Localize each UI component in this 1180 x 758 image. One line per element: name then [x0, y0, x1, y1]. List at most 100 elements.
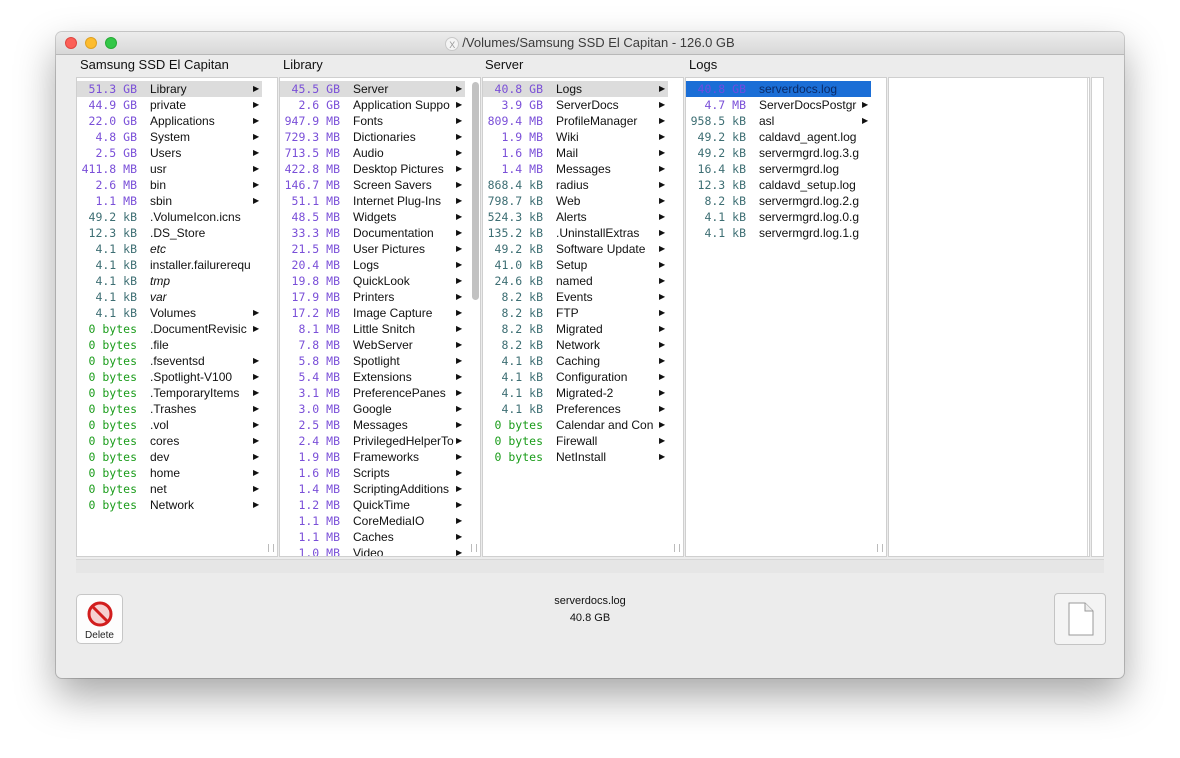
- list-item[interactable]: 12.3 kB caldavd_setup.log: [686, 177, 871, 193]
- list-item[interactable]: 51.1 MB Internet Plug-Ins ▶: [280, 193, 465, 209]
- browser-column-server[interactable]: 40.8 GB Logs ▶ 3.9 GB ServerDocs ▶ 809.4 MB Pro…: [482, 77, 684, 557]
- list-item[interactable]: 3.0 MB Google ▶: [280, 401, 465, 417]
- list-item[interactable]: 40.8 GB Logs ▶: [483, 81, 668, 97]
- list-item[interactable]: 1.4 MB Messages ▶: [483, 161, 668, 177]
- list-item[interactable]: 49.2 kB .VolumeIcon.icns: [77, 209, 262, 225]
- list-item[interactable]: 0 bytes net ▶: [77, 481, 262, 497]
- list-item[interactable]: 12.3 kB .DS_Store: [77, 225, 262, 241]
- column-resize-handle[interactable]: [674, 544, 680, 552]
- list-item[interactable]: 49.2 kB caldavd_agent.log: [686, 129, 871, 145]
- list-item[interactable]: 2.4 MB PrivilegedHelperTo ▶: [280, 433, 465, 449]
- list-item[interactable]: 2.5 MB Messages ▶: [280, 417, 465, 433]
- list-item[interactable]: 1.4 MB ScriptingAdditions ▶: [280, 481, 465, 497]
- list-item[interactable]: 1.1 MB sbin ▶: [77, 193, 262, 209]
- list-item[interactable]: 868.4 kB radius ▶: [483, 177, 668, 193]
- vertical-scrollbar[interactable]: [472, 82, 479, 300]
- file-preview[interactable]: [1054, 593, 1106, 645]
- list-item[interactable]: 8.2 kB Events ▶: [483, 289, 668, 305]
- list-item[interactable]: 1.2 MB QuickTime ▶: [280, 497, 465, 513]
- list-item[interactable]: 0 bytes .TemporaryItems ▶: [77, 385, 262, 401]
- list-item[interactable]: 4.1 kB Configuration ▶: [483, 369, 668, 385]
- list-item[interactable]: 22.0 GB Applications ▶: [77, 113, 262, 129]
- list-item[interactable]: 0 bytes Network ▶: [77, 497, 262, 513]
- list-item[interactable]: 1.1 MB CoreMediaIO ▶: [280, 513, 465, 529]
- list-item[interactable]: 24.6 kB named ▶: [483, 273, 668, 289]
- browser-column-library[interactable]: 45.5 GB Server ▶ 2.6 GB Application Suppo ▶ 94…: [279, 77, 481, 557]
- list-item[interactable]: 0 bytes .DocumentRevisic ▶: [77, 321, 262, 337]
- list-item[interactable]: 5.4 MB Extensions ▶: [280, 369, 465, 385]
- list-item[interactable]: 48.5 MB Widgets ▶: [280, 209, 465, 225]
- list-item[interactable]: 4.1 kB servermgrd.log.1.g: [686, 225, 871, 241]
- column-resize-handle[interactable]: [268, 544, 274, 552]
- list-item[interactable]: 4.1 kB installer.failurerequ: [77, 257, 262, 273]
- list-item[interactable]: 49.2 kB Software Update ▶: [483, 241, 668, 257]
- list-item[interactable]: 7.8 MB WebServer ▶: [280, 337, 465, 353]
- list-item[interactable]: 4.1 kB Caching ▶: [483, 353, 668, 369]
- list-item[interactable]: 17.2 MB Image Capture ▶: [280, 305, 465, 321]
- list-item[interactable]: 0 bytes dev ▶: [77, 449, 262, 465]
- list-item[interactable]: 2.6 GB Application Suppo ▶: [280, 97, 465, 113]
- list-item[interactable]: 4.1 kB Preferences ▶: [483, 401, 668, 417]
- list-item[interactable]: 21.5 MB User Pictures ▶: [280, 241, 465, 257]
- list-item[interactable]: 5.8 MB Spotlight ▶: [280, 353, 465, 369]
- list-item[interactable]: 1.1 MB Caches ▶: [280, 529, 465, 545]
- list-item[interactable]: 4.1 kB servermgrd.log.0.g: [686, 209, 871, 225]
- list-item[interactable]: 4.1 kB tmp: [77, 273, 262, 289]
- list-item[interactable]: 0 bytes .file: [77, 337, 262, 353]
- horizontal-scrollbar[interactable]: [76, 559, 1104, 573]
- list-item[interactable]: 4.1 kB etc: [77, 241, 262, 257]
- list-item[interactable]: 41.0 kB Setup ▶: [483, 257, 668, 273]
- list-item[interactable]: 0 bytes cores ▶: [77, 433, 262, 449]
- list-item[interactable]: 8.1 MB Little Snitch ▶: [280, 321, 465, 337]
- list-item[interactable]: 17.9 MB Printers ▶: [280, 289, 465, 305]
- list-item[interactable]: 40.8 GB serverdocs.log: [686, 81, 871, 97]
- list-item[interactable]: 958.5 kB asl ▶: [686, 113, 871, 129]
- list-item[interactable]: 1.9 MB Wiki ▶: [483, 129, 668, 145]
- column-resize-handle[interactable]: [471, 544, 477, 552]
- list-item[interactable]: 524.3 kB Alerts ▶: [483, 209, 668, 225]
- list-item[interactable]: 1.6 MB Scripts ▶: [280, 465, 465, 481]
- list-item[interactable]: 8.2 kB Migrated ▶: [483, 321, 668, 337]
- list-item[interactable]: 713.5 MB Audio ▶: [280, 145, 465, 161]
- list-item[interactable]: 422.8 MB Desktop Pictures ▶: [280, 161, 465, 177]
- list-item[interactable]: 4.1 kB Migrated-2 ▶: [483, 385, 668, 401]
- browser-column-root[interactable]: 51.3 GB Library ▶ 44.9 GB private ▶ 22.0 GB App…: [76, 77, 278, 557]
- list-item[interactable]: 44.9 GB private ▶: [77, 97, 262, 113]
- list-item[interactable]: 4.7 MB ServerDocsPostgr ▶: [686, 97, 871, 113]
- list-item[interactable]: 4.8 GB System ▶: [77, 129, 262, 145]
- list-item[interactable]: 0 bytes NetInstall ▶: [483, 449, 668, 465]
- browser-column-logs[interactable]: 40.8 GB serverdocs.log 4.7 MB ServerDocsPos…: [685, 77, 887, 557]
- list-item[interactable]: 1.0 MB Video ▶: [280, 545, 465, 556]
- title-bar[interactable]: X/Volumes/Samsung SSD El Capitan - 126.0…: [56, 32, 1124, 55]
- list-item[interactable]: 8.2 kB FTP ▶: [483, 305, 668, 321]
- list-item[interactable]: 0 bytes home ▶: [77, 465, 262, 481]
- list-item[interactable]: 8.2 kB Network ▶: [483, 337, 668, 353]
- list-item[interactable]: 2.5 GB Users ▶: [77, 145, 262, 161]
- list-item[interactable]: 4.1 kB Volumes ▶: [77, 305, 262, 321]
- list-item[interactable]: 33.3 MB Documentation ▶: [280, 225, 465, 241]
- list-item[interactable]: 3.1 MB PreferencePanes ▶: [280, 385, 465, 401]
- list-item[interactable]: 3.9 GB ServerDocs ▶: [483, 97, 668, 113]
- list-item[interactable]: 0 bytes .fseventsd ▶: [77, 353, 262, 369]
- list-item[interactable]: 51.3 GB Library ▶: [77, 81, 262, 97]
- list-item[interactable]: 20.4 MB Logs ▶: [280, 257, 465, 273]
- list-item[interactable]: 2.6 MB bin ▶: [77, 177, 262, 193]
- list-item[interactable]: 0 bytes .Trashes ▶: [77, 401, 262, 417]
- list-item[interactable]: 146.7 MB Screen Savers ▶: [280, 177, 465, 193]
- list-item[interactable]: 809.4 MB ProfileManager ▶: [483, 113, 668, 129]
- list-item[interactable]: 135.2 kB .UninstallExtras ▶: [483, 225, 668, 241]
- list-item[interactable]: 947.9 MB Fonts ▶: [280, 113, 465, 129]
- list-item[interactable]: 0 bytes .vol ▶: [77, 417, 262, 433]
- list-item[interactable]: 19.8 MB QuickLook ▶: [280, 273, 465, 289]
- list-item[interactable]: 411.8 MB usr ▶: [77, 161, 262, 177]
- browser-column-empty[interactable]: [888, 77, 1090, 557]
- column-resize-handle[interactable]: [877, 544, 883, 552]
- list-item[interactable]: 0 bytes Calendar and Con ▶: [483, 417, 668, 433]
- list-item[interactable]: 0 bytes .Spotlight-V100 ▶: [77, 369, 262, 385]
- list-item[interactable]: 729.3 MB Dictionaries ▶: [280, 129, 465, 145]
- list-item[interactable]: 8.2 kB servermgrd.log.2.g: [686, 193, 871, 209]
- list-item[interactable]: 798.7 kB Web ▶: [483, 193, 668, 209]
- list-item[interactable]: 45.5 GB Server ▶: [280, 81, 465, 97]
- list-item[interactable]: 4.1 kB var: [77, 289, 262, 305]
- list-item[interactable]: 16.4 kB servermgrd.log: [686, 161, 871, 177]
